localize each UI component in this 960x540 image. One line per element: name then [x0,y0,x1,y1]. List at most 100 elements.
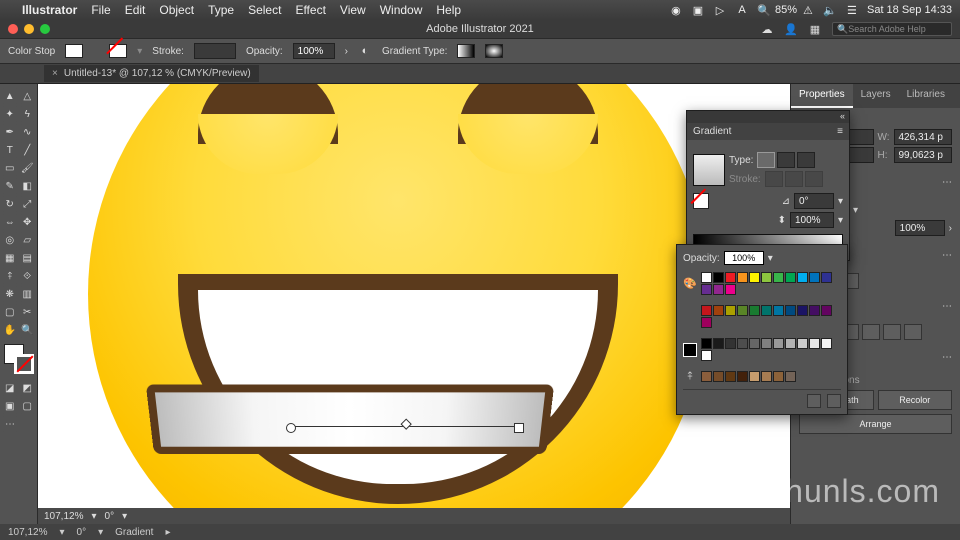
blend-tool[interactable]: ⟐ [20,268,36,284]
menu-type[interactable]: Type [208,3,234,17]
gradient-annotator[interactable] [290,426,520,427]
play-icon[interactable]: ▷ [713,3,727,17]
swatch-cell[interactable] [821,272,832,283]
gradient-preview[interactable] [693,154,725,186]
control-center-icon[interactable]: ☰ [845,3,859,17]
menu-effect[interactable]: Effect [295,3,325,17]
swatch-cell[interactable] [809,338,820,349]
swatch-cell[interactable] [785,305,796,316]
help-search-input[interactable]: 🔍 Search Adobe Help [832,22,952,36]
swatch-cell[interactable] [761,305,772,316]
color-mode-button[interactable]: ◪ [2,380,18,396]
rectangle-tool[interactable]: ▭ [2,160,18,176]
swatch-new-icon[interactable] [807,394,821,408]
wifi-icon[interactable]: ⚠ [801,3,815,17]
record-icon[interactable]: ▣ [691,3,705,17]
rotate-display[interactable]: 0° [105,511,115,522]
swatch-cell[interactable] [809,305,820,316]
opacity-input[interactable]: 100% [293,43,335,59]
recolor-button[interactable]: Recolor [878,390,953,410]
tab-properties[interactable]: Properties [791,84,853,108]
swatch-cell[interactable] [785,371,796,382]
swatch-cell[interactable] [773,305,784,316]
swatch-cell[interactable] [773,272,784,283]
close-window-button[interactable] [8,24,18,34]
perspective-tool[interactable]: ▱ [20,232,36,248]
gradient-tool[interactable]: ▤ [20,250,36,266]
align-top[interactable] [862,324,880,340]
align-vcenter[interactable] [883,324,901,340]
status-zoom[interactable]: 107,12% [8,527,47,538]
gradient-type-radial[interactable] [777,152,795,168]
artboard-tool[interactable]: ▢ [2,304,18,320]
swatch-cell[interactable] [701,284,712,295]
sync-icon[interactable]: ☁ [760,22,774,36]
swatch-cell[interactable] [713,338,724,349]
swatch-cell[interactable] [773,338,784,349]
curvature-tool[interactable]: ∿ [20,124,36,140]
swatch-cell[interactable] [725,284,736,295]
hand-tool[interactable]: ✋ [2,322,18,338]
swatch-cell[interactable] [761,338,772,349]
spotlight-icon[interactable]: 🔍 [757,3,771,17]
gradient-panel-menu-icon[interactable]: ≡ [837,126,843,137]
swatch-cell[interactable] [797,272,808,283]
swatches-popup[interactable]: Opacity: 100% ▾ 🎨 ⤉ [676,244,848,415]
tab-libraries[interactable]: Libraries [899,84,953,108]
line-tool[interactable]: ╱ [20,142,36,158]
eyedropper-icon[interactable]: ⤉ [683,370,697,384]
gradient-mode-button[interactable]: ◩ [20,380,36,396]
menu-object[interactable]: Object [159,3,194,17]
width-tool[interactable]: ⇔ [2,214,18,230]
mesh-tool[interactable]: ▦ [2,250,18,266]
swatch-cell[interactable] [821,338,832,349]
swatch-cell[interactable] [713,284,724,295]
free-transform-tool[interactable]: ✥ [20,214,36,230]
gradient-type-linear[interactable] [757,152,775,168]
swatch-cell[interactable] [737,305,748,316]
swatch-cell[interactable] [785,272,796,283]
gradient-angle-input[interactable]: 0° [794,193,834,209]
maximize-window-button[interactable] [40,24,50,34]
swatch-cell[interactable] [749,371,760,382]
eraser-tool[interactable]: ◧ [20,178,36,194]
scale-tool[interactable]: ⤢ [20,196,36,212]
gradient-none[interactable] [693,193,709,209]
fill-stroke-control[interactable] [4,344,34,374]
draw-normal-button[interactable]: ▣ [2,398,18,414]
align-bottom[interactable] [904,324,922,340]
graph-tool[interactable]: ▥ [20,286,36,302]
pen-tool[interactable]: ✒ [2,124,18,140]
close-tab-icon[interactable]: × [52,68,58,79]
swatch-cell[interactable] [749,272,760,283]
menu-select[interactable]: Select [248,3,281,17]
swatch-cell[interactable] [725,371,736,382]
swatch-cell[interactable] [737,338,748,349]
gradient-type-freeform[interactable] [797,152,815,168]
clock[interactable]: Sat 18 Sep 14:33 [867,4,952,16]
gradient-panel-collapse-icon[interactable]: « [840,111,845,123]
swatch-cell[interactable] [797,338,808,349]
swatch-cell[interactable] [797,305,808,316]
swatch-cell[interactable] [713,272,724,283]
edit-toolbar-button[interactable]: ⋯ [2,416,18,432]
swatch-cell[interactable] [725,272,736,283]
type-tool[interactable]: T [2,142,18,158]
swatch-cell[interactable] [737,272,748,283]
rotate-tool[interactable]: ↻ [2,196,18,212]
cc-icon[interactable]: ◉ [669,3,683,17]
swatch-cell[interactable] [821,305,832,316]
lasso-tool[interactable]: ϟ [20,106,36,122]
swatch-cell[interactable] [701,317,712,328]
stroke-color[interactable] [14,354,34,374]
color-wheel-icon[interactable]: 🎨 [683,277,697,291]
swatch-cell[interactable] [785,338,796,349]
document-tab[interactable]: × Untitled-13* @ 107,12 % (CMYK/Preview) [44,65,259,82]
menu-edit[interactable]: Edit [125,3,146,17]
arrange-button[interactable]: Arrange [799,414,952,434]
gradient-type-icon[interactable]: ◐ [358,44,372,58]
arrange-icon[interactable]: ▦ [808,22,822,36]
swatch-cell[interactable] [809,272,820,283]
keyboard-icon[interactable]: A [735,3,749,17]
gradient-linear-button[interactable] [457,44,475,58]
